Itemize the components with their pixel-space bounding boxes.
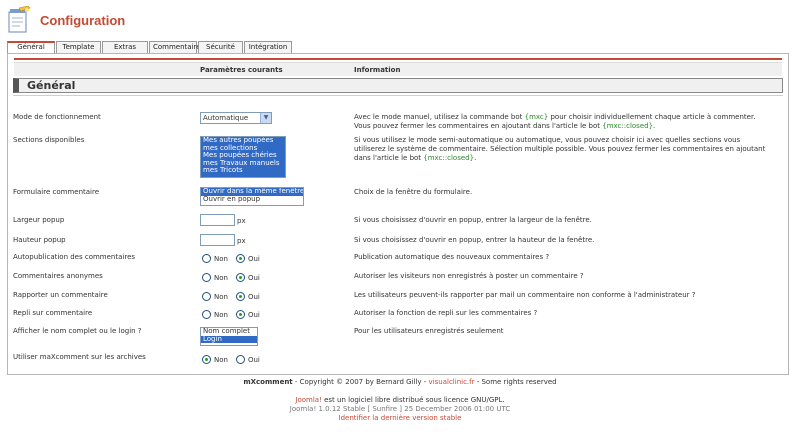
radio-non[interactable] (202, 254, 211, 263)
radio-label: Non (214, 355, 228, 364)
column-header-info: Information (354, 66, 401, 74)
setting-info: Pour les utilisateurs enregistrés seulem… (354, 327, 504, 335)
setting-label: Repli sur commentaire (13, 309, 93, 317)
radio-non[interactable] (202, 273, 211, 282)
bot-code: {mxc} (524, 113, 549, 121)
form-window-select[interactable]: Ouvrir dans la même fenêtre Ouvrir en po… (200, 187, 304, 206)
divider (13, 95, 783, 96)
license-text: est un logiciel libre distribué sous lic… (321, 396, 505, 404)
list-option[interactable]: Login (201, 335, 257, 344)
notepad-pencil-icon (6, 5, 32, 34)
setting-info: Si vous choisissez d'ouvrir en popup, en… (354, 216, 592, 224)
radio-oui[interactable] (235, 254, 245, 263)
radio-label: Non (214, 310, 228, 319)
radio-label: Non (214, 292, 228, 301)
tab-general[interactable]: Général (7, 41, 55, 53)
page-header: Configuration (6, 4, 125, 36)
table-header: Paramètres courants Information (14, 62, 782, 76)
setting-info: Si vous choisissez d'ouvrir en popup, en… (354, 236, 595, 244)
radio-label: Oui (247, 355, 260, 364)
anon-radio-group: Non Oui (202, 273, 268, 282)
info-text: . (474, 154, 477, 162)
reply-radio-group: Non Oui (202, 310, 268, 319)
setting-info: Choix de la fenêtre du formulaire. (354, 188, 473, 196)
sections-multiselect[interactable]: Mes autres poupées mes collections Mes p… (200, 136, 286, 178)
setting-info: Les utilisateurs peuvent-ils rapporter p… (354, 291, 696, 299)
radio-oui[interactable] (235, 355, 245, 364)
unit-label: px (237, 217, 246, 225)
radio-oui[interactable] (235, 292, 245, 301)
tab-template[interactable]: Template (56, 41, 101, 53)
autopub-radio-group: Non Oui (202, 254, 268, 263)
bot-code: {mxc::closed} (423, 154, 475, 162)
radio-label: Oui (247, 254, 260, 263)
section-title: Général (13, 78, 783, 93)
accent-divider (14, 58, 782, 60)
setting-info: Avec le mode manuel, utilisez la command… (354, 113, 774, 131)
setting-info: Autoriser la fonction de repli sur les c… (354, 309, 538, 317)
radio-oui[interactable] (235, 310, 245, 319)
setting-label: Afficher le nom complet ou le login ? (13, 327, 142, 335)
setting-label: Formulaire commentaire (13, 188, 100, 196)
radio-non[interactable] (202, 310, 211, 319)
setting-info: Autoriser les visiteurs non enregistrés … (354, 272, 584, 280)
setting-label: Utiliser maXcomment sur les archives (13, 353, 146, 361)
radio-oui[interactable] (235, 273, 245, 282)
rights-text: - Some rights reserved (474, 378, 557, 386)
tab-integration[interactable]: Intégration (244, 41, 292, 53)
tab-extras[interactable]: Extras (102, 41, 148, 53)
popup-height-input[interactable] (200, 234, 235, 246)
report-radio-group: Non Oui (202, 292, 268, 301)
info-text: . (653, 122, 656, 130)
radio-label: Non (214, 273, 228, 282)
copyright-text: - Copyright © 2007 by Bernard Gilly - (292, 378, 429, 386)
column-header-params: Paramètres courants (200, 66, 283, 74)
radio-non[interactable] (202, 292, 211, 301)
mode-select-value: Automatique (203, 114, 249, 122)
radio-label: Oui (247, 292, 260, 301)
mode-select[interactable]: Automatique ▼ (200, 112, 272, 124)
radio-label: Non (214, 254, 228, 263)
site-link[interactable]: visualclinic.fr (429, 378, 475, 386)
archives-radio-group: Non Oui (202, 355, 268, 364)
setting-info: Si vous utilisez le mode semi-automatiqu… (354, 136, 774, 163)
product-name: mXcomment (243, 378, 293, 386)
joomla-link[interactable]: Joomla! (295, 396, 322, 404)
footer-copyright: mXcomment - Copyright © 2007 by Bernard … (0, 378, 800, 387)
setting-label: Autopublication des commentaires (13, 253, 136, 261)
setting-info: Publication automatique des nouveaux com… (354, 253, 550, 261)
tab-bar: Général Template Extras Commentaire Sécu… (7, 41, 293, 53)
footer-license: Joomla! est un logiciel libre distribué … (0, 396, 800, 405)
setting-label: Commentaires anonymes (13, 272, 103, 280)
name-display-select[interactable]: Nom complet Login (200, 327, 258, 346)
check-version-link[interactable]: Identifier la dernière version stable (0, 414, 800, 423)
tab-securite[interactable]: Sécurité (198, 41, 243, 53)
bot-code: {mxc::closed} (602, 122, 654, 130)
setting-label: Rapporter un commentaire (13, 291, 108, 299)
radio-label: Oui (247, 273, 260, 282)
page-title: Configuration (40, 12, 126, 28)
unit-label: px (237, 237, 246, 245)
list-option[interactable]: Ouvrir en popup (201, 195, 303, 204)
info-text: Si vous utilisez le mode semi-automatiqu… (354, 136, 766, 162)
tab-commentaire[interactable]: Commentaire (149, 41, 201, 53)
setting-label: Sections disponibles (13, 136, 85, 144)
popup-width-input[interactable] (200, 214, 235, 226)
footer-version: Joomla! 1.0.12 Stable [ Sunfire ] 25 Dec… (289, 405, 511, 413)
radio-label: Oui (247, 310, 260, 319)
chevron-down-icon[interactable]: ▼ (260, 113, 271, 123)
setting-label: Mode de fonctionnement (13, 113, 101, 121)
settings-panel: Paramètres courants Information Général … (7, 53, 789, 375)
setting-label: Hauteur popup (13, 236, 66, 244)
setting-label: Largeur popup (13, 216, 65, 224)
list-option[interactable]: mes Tricots (201, 167, 285, 175)
radio-non[interactable] (202, 355, 211, 364)
info-text: Avec le mode manuel, utilisez la command… (354, 113, 525, 121)
